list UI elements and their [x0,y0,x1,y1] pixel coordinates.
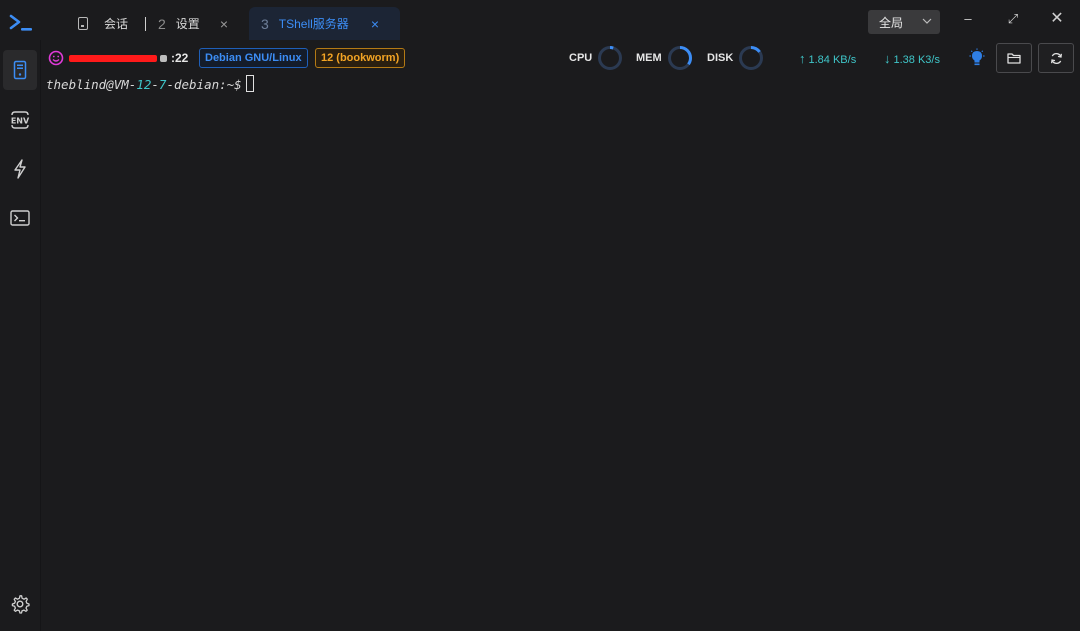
phone-icon [78,17,88,30]
net-upload: ↑ 1.84 KB/s [799,51,856,66]
mem-label: MEM [636,52,662,64]
chevron-down-icon [922,18,932,24]
title-bar: 会话 2 设置 × 3 TShell服务器 × 全局 – ⤢ ✕ [0,0,1080,40]
sidebar-item-servers[interactable] [3,50,37,90]
lightning-icon [14,159,26,179]
os-version-badge: 12 (bookworm) [315,48,406,68]
maximize-button[interactable]: ⤢ [1005,11,1021,27]
tab-tshell-server[interactable]: 3 TShell服务器 × [249,7,400,40]
cpu-meter: CPU [569,45,623,71]
sidebar-item-settings[interactable] [3,584,37,624]
terminal-prompt: theblind@VM-12-7-debian:~$ [46,75,254,92]
prompt-user: theblind@VM- [46,77,137,92]
prompt-path: -debian:~$ [166,77,242,92]
svg-text:ENV: ENV [11,117,30,126]
download-speed: 1.38 K3/s [893,54,940,66]
close-icon[interactable]: × [220,16,228,32]
copy-icon[interactable] [160,55,167,63]
net-download: ↓ 1.38 K3/s [884,51,940,66]
smiley-status-icon [48,50,64,66]
terminal-panel[interactable]: :22 Debian GNU/Linux 12 (bookworm) CPU M… [41,40,1080,631]
tab-number: 3 [261,15,269,32]
tab-sessions[interactable]: 会话 [78,7,146,40]
prompt-dash: - [151,77,159,92]
sidebar-item-env[interactable]: ENV [3,100,37,140]
folder-icon [1007,53,1021,64]
redacted-ip [69,55,157,63]
tab-settings[interactable]: 2 设置 × [158,7,238,40]
terminal-cursor [245,75,254,92]
host-address: :22 [69,51,188,65]
close-icon[interactable]: × [371,16,379,32]
gear-icon [11,595,30,614]
disk-gauge [739,46,764,70]
arrow-up-icon: ↑ [799,51,806,66]
server-info-bar: :22 Debian GNU/Linux 12 (bookworm) CPU M… [41,40,1080,76]
minimize-button[interactable]: – [960,11,976,27]
prompt-num-1: 12 [136,77,152,92]
sidebar-item-quick-commands[interactable] [3,149,37,189]
env-icon: ENV [11,111,30,129]
lightbulb-icon[interactable] [968,48,986,68]
window-close-button[interactable]: ✕ [1049,11,1065,27]
host-port: :22 [171,51,189,65]
server-icon [13,60,27,80]
tshell-app: 会话 2 设置 × 3 TShell服务器 × 全局 – ⤢ ✕ ENV:22… [0,0,1080,631]
open-folder-button[interactable] [996,43,1032,73]
tab-label: 设置 [175,17,200,31]
cpu-gauge [598,46,623,70]
terminal-icon [10,210,30,226]
scope-value: 全局 [879,15,904,30]
tab-number: 2 [158,15,166,32]
gauge-track [598,46,623,70]
disk-meter: DISK [707,45,764,71]
refresh-button[interactable] [1038,43,1074,73]
upload-speed: 1.84 KB/s [808,54,857,66]
arrow-down-icon: ↓ [884,51,891,66]
tab-label: TShell服务器 [278,17,349,31]
scope-select[interactable]: 全局 [868,10,940,34]
disk-label: DISK [707,52,734,64]
refresh-icon [1050,52,1062,64]
app-logo-icon [9,14,32,31]
tab-label: 会话 [104,17,129,31]
os-badge: Debian GNU/Linux [199,48,308,68]
mem-gauge [667,46,692,70]
tab-divider [145,17,146,31]
sidebar: ENV [0,40,41,631]
mem-meter: MEM [636,45,693,71]
sidebar-item-terminal[interactable] [3,198,37,238]
cpu-label: CPU [569,52,593,64]
